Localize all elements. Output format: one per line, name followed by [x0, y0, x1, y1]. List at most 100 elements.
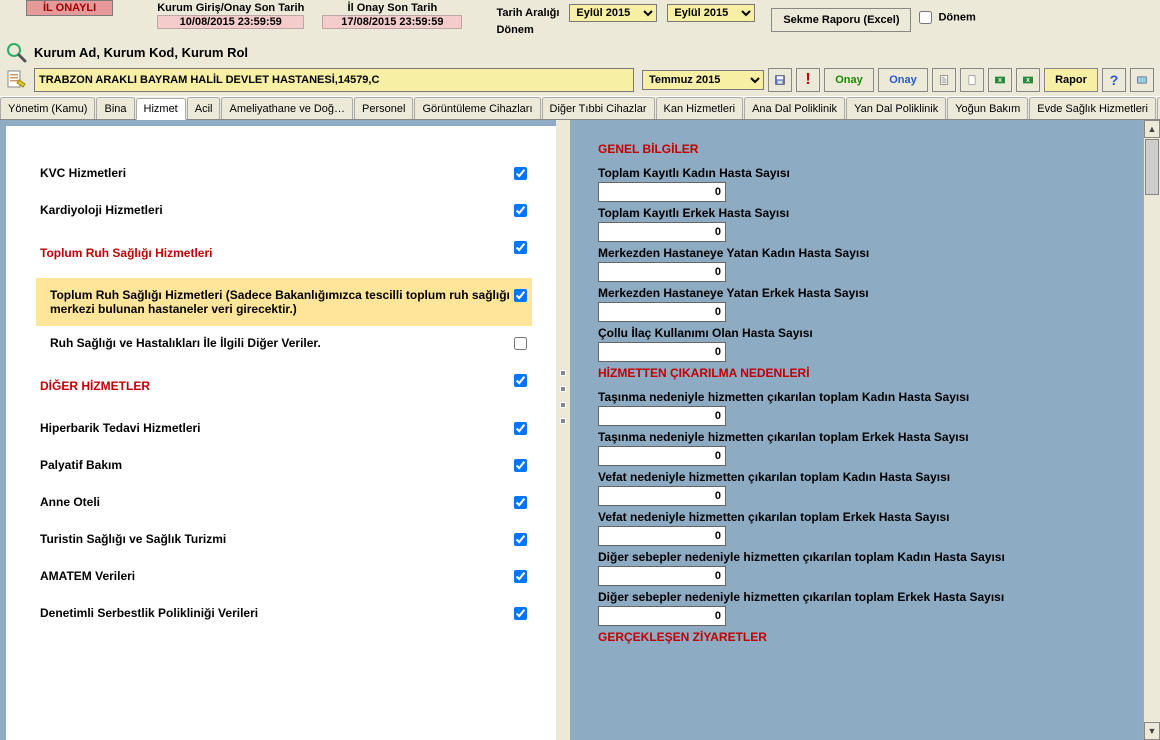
- kurum-value-box[interactable]: TRABZON ARAKLI BAYRAM HALİL DEVLET HASTA…: [34, 68, 634, 92]
- service-row[interactable]: KVC Hizmetleri: [36, 156, 532, 193]
- il-onay-label: İl Onay Son Tarih: [322, 2, 462, 14]
- status-badge: İL ONAYLI: [26, 0, 113, 16]
- form-field: Vefat nedeniyle hizmetten çıkarılan topl…: [598, 510, 1148, 546]
- excel-export-1-button[interactable]: X: [988, 68, 1012, 92]
- help-button[interactable]: ?: [1102, 68, 1126, 92]
- field-input[interactable]: [598, 486, 726, 506]
- tab-4[interactable]: Ameliyathane ve Doğ…: [221, 97, 353, 119]
- field-label: Diğer sebepler nedeniyle hizmetten çıkar…: [598, 590, 1148, 604]
- service-row[interactable]: Palyatif Bakım: [36, 448, 532, 485]
- section-row[interactable]: DİĞER HİZMETLER: [36, 363, 532, 411]
- tab-0[interactable]: Yönetim (Kamu): [0, 97, 95, 119]
- document-icon: [4, 68, 28, 92]
- field-label: Toplam Kayıtlı Erkek Hasta Sayısı: [598, 206, 1148, 220]
- tab-2[interactable]: Hizmet: [136, 98, 186, 120]
- form-field: Çollu İlaç Kullanımı Olan Hasta Sayısı: [598, 326, 1148, 362]
- splitter[interactable]: [556, 120, 570, 740]
- service-row[interactable]: Hiperbarik Tedavi Hizmetleri: [36, 411, 532, 448]
- service-label: KVC Hizmetleri: [40, 166, 510, 180]
- excel-export-2-button[interactable]: X: [1016, 68, 1040, 92]
- form-field: Diğer sebepler nedeniyle hizmetten çıkar…: [598, 550, 1148, 586]
- right-section-header: GENEL BİLGİLER: [598, 142, 1148, 156]
- search-icon[interactable]: [4, 40, 28, 64]
- section-checkbox[interactable]: [514, 374, 527, 387]
- field-label: Vefat nedeniyle hizmetten çıkarılan topl…: [598, 510, 1148, 524]
- field-input[interactable]: [598, 446, 726, 466]
- left-pane: KVC Hizmetleri Kardiyoloji Hizmetleri Topl…: [6, 126, 556, 740]
- field-input[interactable]: [598, 566, 726, 586]
- period-select[interactable]: Temmuz 2015: [642, 70, 764, 90]
- tab-6[interactable]: Görüntüleme Cihazları: [414, 97, 540, 119]
- field-label: Diğer sebepler nedeniyle hizmetten çıkar…: [598, 550, 1148, 564]
- tab-11[interactable]: Yoğun Bakım: [947, 97, 1028, 119]
- sekme-raporu-button[interactable]: Sekme Raporu (Excel): [771, 8, 911, 32]
- section-checkbox[interactable]: [514, 241, 527, 254]
- field-input[interactable]: [598, 606, 726, 626]
- service-label: Denetimli Serbestlik Polikliniği Veriler…: [40, 606, 510, 620]
- donem-checkbox[interactable]: [919, 11, 932, 24]
- rapor-button[interactable]: Rapor: [1044, 68, 1098, 92]
- service-row[interactable]: Anne Oteli: [36, 485, 532, 522]
- service-checkbox[interactable]: [514, 533, 527, 546]
- field-label: Toplam Kayıtlı Kadın Hasta Sayısı: [598, 166, 1148, 180]
- section-header: Toplum Ruh Sağlığı Hizmetleri: [40, 246, 212, 260]
- save-button[interactable]: [768, 68, 792, 92]
- scroll-down-arrow[interactable]: ▼: [1144, 722, 1160, 740]
- field-label: Merkezden Hastaneye Yatan Kadın Hasta Sa…: [598, 246, 1148, 260]
- right-scrollbar[interactable]: ▲ ▼: [1143, 120, 1160, 740]
- right-section-header: GERÇEKLEŞEN ZİYARETLER: [598, 630, 1148, 644]
- service-checkbox[interactable]: [514, 570, 527, 583]
- service-row[interactable]: Turistin Sağlığı ve Sağlık Turizmi: [36, 522, 532, 559]
- scroll-thumb[interactable]: [1145, 139, 1159, 195]
- service-checkbox[interactable]: [514, 337, 527, 350]
- service-checkbox[interactable]: [514, 289, 527, 302]
- tab-10[interactable]: Yan Dal Poliklinik: [846, 97, 946, 119]
- field-input[interactable]: [598, 526, 726, 546]
- svg-text:X: X: [1026, 78, 1030, 84]
- extra-icon-button[interactable]: [1130, 68, 1154, 92]
- field-input[interactable]: [598, 262, 726, 282]
- range-label-2: Dönem: [492, 24, 563, 36]
- field-input[interactable]: [598, 406, 726, 426]
- service-row[interactable]: Toplum Ruh Sağlığı Hizmetleri (Sadece Ba…: [36, 278, 532, 326]
- service-row[interactable]: Ruh Sağlığı ve Hastalıkları İle İlgili D…: [36, 326, 532, 363]
- service-checkbox[interactable]: [514, 459, 527, 472]
- tab-7[interactable]: Diğer Tıbbi Cihazlar: [542, 97, 655, 119]
- service-row[interactable]: Kardiyoloji Hizmetleri: [36, 193, 532, 230]
- service-row[interactable]: AMATEM Verileri: [36, 559, 532, 596]
- field-input[interactable]: [598, 302, 726, 322]
- service-checkbox[interactable]: [514, 496, 527, 509]
- range-to-select[interactable]: Eylül 2015: [667, 4, 755, 22]
- giris-onay-label: Kurum Giriş/Onay Son Tarih: [157, 2, 304, 14]
- service-checkbox[interactable]: [514, 422, 527, 435]
- tab-strip: Yönetim (Kamu)BinaHizmetAcilAmeliyathane…: [0, 96, 1160, 120]
- new-doc-button[interactable]: [960, 68, 984, 92]
- onay-blue-button[interactable]: Onay: [878, 68, 928, 92]
- service-checkbox[interactable]: [514, 167, 527, 180]
- right-pane: GENEL BİLGİLER Toplam Kayıtlı Kadın Hasta…: [570, 120, 1160, 740]
- form-field: Toplam Kayıtlı Kadın Hasta Sayısı: [598, 166, 1148, 202]
- donem-checkbox-label[interactable]: Dönem: [915, 8, 975, 32]
- alert-button[interactable]: !: [796, 68, 820, 92]
- service-checkbox[interactable]: [514, 607, 527, 620]
- section-row[interactable]: Toplum Ruh Sağlığı Hizmetleri: [36, 230, 532, 278]
- field-label: Merkezden Hastaneye Yatan Erkek Hasta Sa…: [598, 286, 1148, 300]
- service-row[interactable]: Denetimli Serbestlik Polikliniği Veriler…: [36, 596, 532, 633]
- tab-8[interactable]: Kan Hizmetleri: [656, 97, 744, 119]
- field-input[interactable]: [598, 182, 726, 202]
- giris-onay-value: 10/08/2015 23:59:59: [157, 15, 304, 29]
- scroll-up-arrow[interactable]: ▲: [1144, 120, 1160, 138]
- form-field: Merkezden Hastaneye Yatan Kadın Hasta Sa…: [598, 246, 1148, 282]
- tab-9[interactable]: Ana Dal Poliklinik: [744, 97, 845, 119]
- form-icon-button[interactable]: [932, 68, 956, 92]
- tab-12[interactable]: Evde Sağlık Hizmetleri: [1029, 97, 1156, 119]
- tab-3[interactable]: Acil: [187, 97, 221, 119]
- field-input[interactable]: [598, 342, 726, 362]
- onay-green-button[interactable]: Onay: [824, 68, 874, 92]
- service-label: Anne Oteli: [40, 495, 510, 509]
- field-input[interactable]: [598, 222, 726, 242]
- tab-1[interactable]: Bina: [96, 97, 134, 119]
- range-from-select[interactable]: Eylül 2015: [569, 4, 657, 22]
- service-checkbox[interactable]: [514, 204, 527, 217]
- tab-5[interactable]: Personel: [354, 97, 413, 119]
